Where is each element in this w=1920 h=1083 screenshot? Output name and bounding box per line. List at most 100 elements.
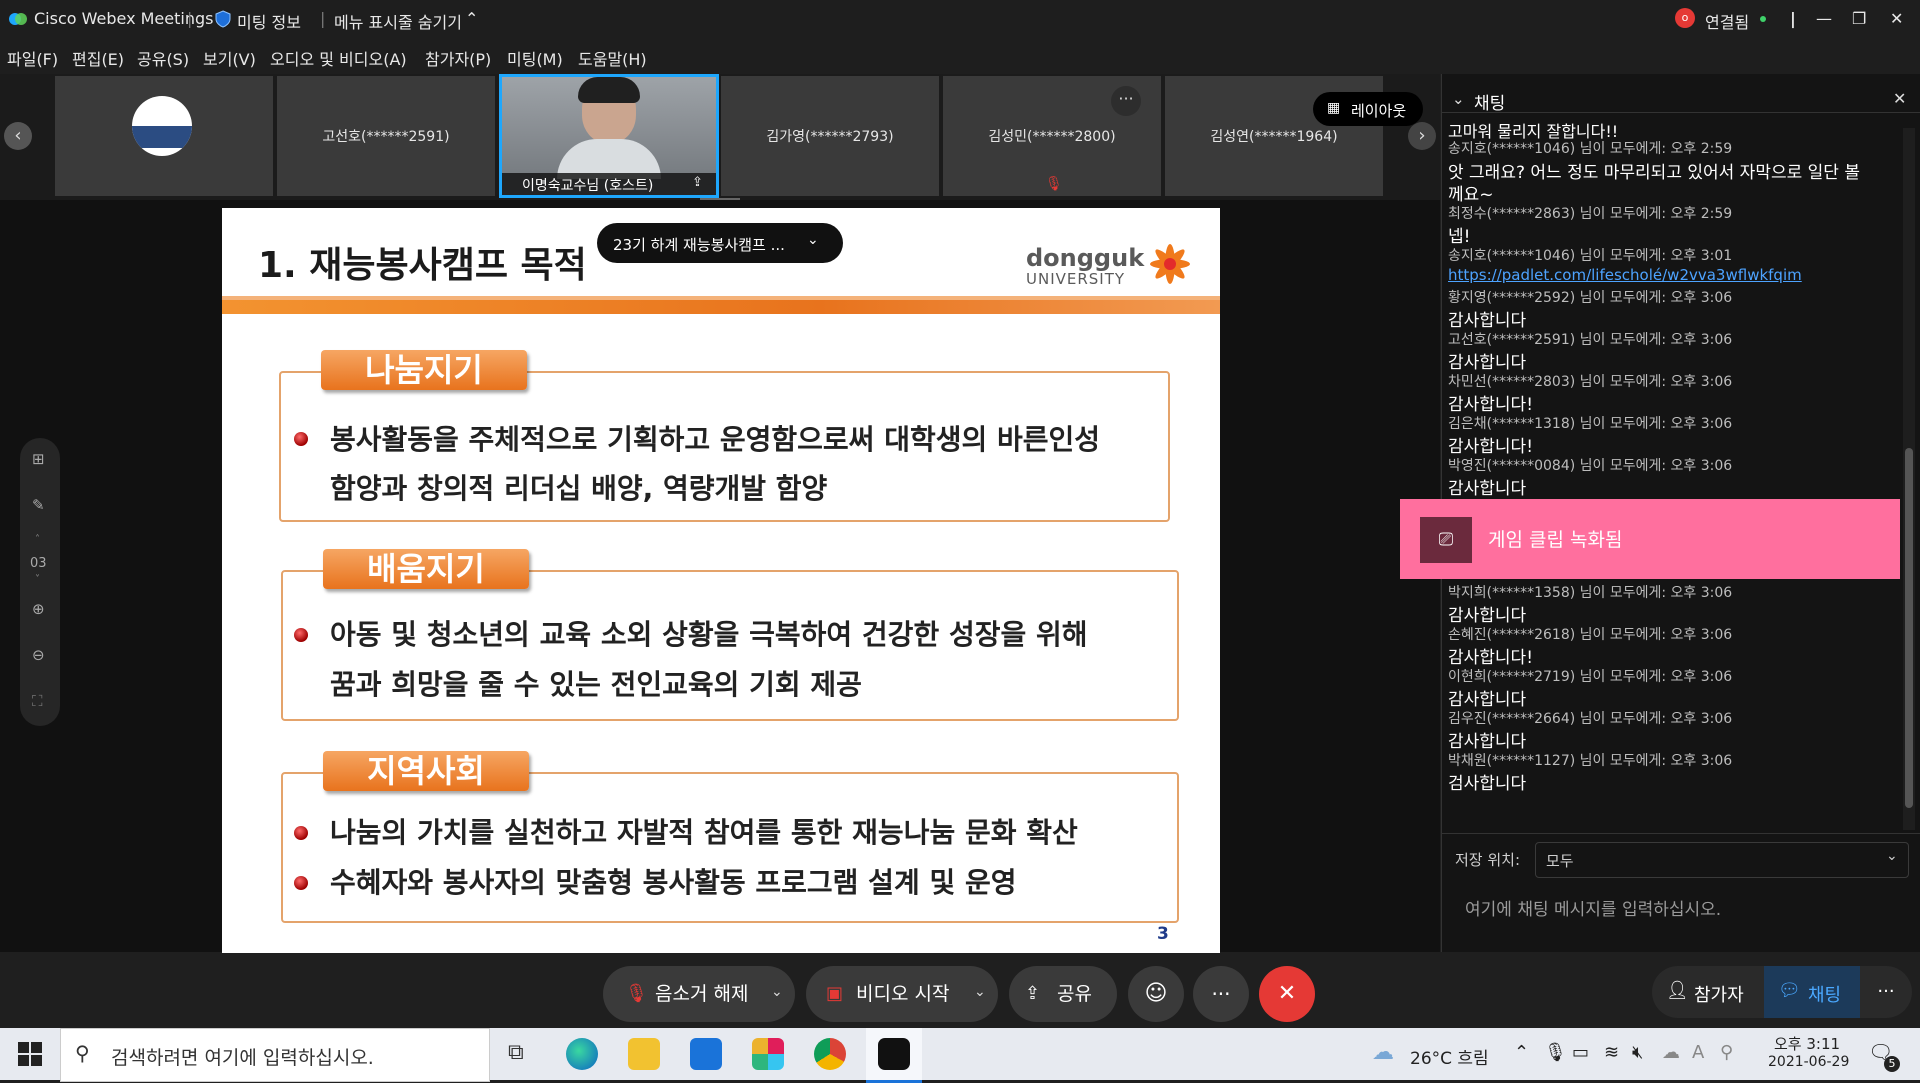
meeting-name-dropdown[interactable]: 23기 하계 재능봉사캠프 ... ⌄ <box>597 223 843 263</box>
chat-button[interactable]: 💬︎ 채팅 <box>1764 966 1860 1018</box>
chat-scrollbar[interactable] <box>1903 128 1915 830</box>
menu-edit[interactable]: 편집(E) <box>72 46 124 70</box>
start-video-button[interactable]: ▣ 비디오 시작 ⌄ <box>806 966 998 1022</box>
taskbar-date[interactable]: 2021-06-29 <box>1768 1054 1849 1070</box>
chevron-down-icon: ⌄ <box>1886 848 1898 864</box>
share-button[interactable]: ⇪ 공유 <box>1009 966 1117 1022</box>
meeting-info-button[interactable]: 미팅 정보 <box>237 9 301 33</box>
task-view-icon[interactable]: ⧉ <box>508 1040 524 1065</box>
mail-icon[interactable] <box>690 1038 722 1070</box>
host-name: 이명숙교수님 (호스트) <box>522 178 654 194</box>
chat-message-header: 최정수(******2863) 님이 모두에게: 오후 2:59 <box>1448 206 1733 222</box>
recording-badge-icon: o <box>1675 8 1695 28</box>
video-tile-participant[interactable]: 고선호(******2591) <box>277 76 495 196</box>
close-window-button[interactable]: ✕ <box>1890 9 1903 28</box>
chat-message-header: 박채원(******1127) 님이 모두에게: 오후 3:06 <box>1448 753 1733 769</box>
section-text: 봉사활동을 주체적으로 기획하고 운영함으로써 대학생의 바른인성 <box>330 423 1101 456</box>
menu-meeting[interactable]: 미팅(M) <box>507 46 563 70</box>
minimize-button[interactable]: — <box>1816 9 1832 28</box>
filmstrip-prev-button[interactable]: ‹ <box>4 122 32 150</box>
menu-help[interactable]: 도움말(H) <box>578 46 647 70</box>
menu-participants[interactable]: 참가자(P) <box>425 46 491 70</box>
hide-menu-button[interactable]: 메뉴 표시줄 숨기기 <box>334 9 462 33</box>
reactions-button[interactable]: ☺ <box>1128 966 1184 1022</box>
video-tile-logo[interactable] <box>55 76 273 196</box>
chat-message-header: 고선호(******2591) 님이 모두에게: 오후 3:06 <box>1448 332 1733 348</box>
emoji-icon: ☺ <box>1144 981 1168 1006</box>
participants-button[interactable]: 👤︎ 참가자 <box>1652 966 1764 1018</box>
section-text: 나눔의 가치를 실천하고 자발적 참여를 통한 재능나눔 문화 확산 <box>330 816 1078 849</box>
menu-file[interactable]: 파일(F) <box>7 46 58 70</box>
chevron-down-icon[interactable]: ⌄ <box>974 964 986 1020</box>
filmstrip-next-button[interactable]: › <box>1408 122 1436 150</box>
slack-icon[interactable] <box>752 1038 784 1070</box>
battery-icon[interactable]: ▭ <box>1572 1042 1589 1063</box>
menu-share[interactable]: 공유(S) <box>137 46 189 70</box>
chat-message-header: 황지영(******2592) 님이 모두에게: 오후 3:06 <box>1448 290 1733 306</box>
chat-message-text: 감사합니다 <box>1448 353 1527 373</box>
panel-more-button[interactable]: ··· <box>1860 966 1912 1018</box>
chevron-down-icon[interactable]: ⌄ <box>1452 90 1465 108</box>
chat-message-text: 감사합니다 <box>1448 606 1527 626</box>
chat-bubble-icon: 💬︎ <box>1778 980 1801 1001</box>
chat-message-text: 검사합니다 <box>1448 774 1527 794</box>
more-options-button[interactable]: ··· <box>1111 86 1141 116</box>
slide-title: 1. 재능봉사캠프 목적 <box>258 245 587 286</box>
section-tab: 나눔지기 <box>321 350 527 390</box>
bullet-icon <box>294 432 308 446</box>
chat-message-text: 께요~ <box>1448 185 1494 205</box>
host-video-feed <box>502 77 716 179</box>
zoom-in-icon[interactable]: ⊕ <box>32 600 45 618</box>
restore-button[interactable]: ❐ <box>1852 9 1866 28</box>
chat-message-link[interactable]: https://padlet.com/lifescholé/w2vva3wflw… <box>1448 266 1802 284</box>
grid-icon[interactable]: ⊞ <box>32 450 45 468</box>
onedrive-icon[interactable]: ☁ <box>1662 1042 1680 1063</box>
page-up-icon[interactable]: ˄ <box>35 534 40 545</box>
file-explorer-icon[interactable] <box>628 1038 660 1070</box>
share-icon: ⇪ <box>1025 983 1041 1004</box>
page-down-icon[interactable]: ˅ <box>35 574 40 585</box>
weather-text[interactable]: 26°C 흐림 <box>1410 1044 1489 1069</box>
bullet-icon <box>294 826 308 840</box>
ime-icon[interactable]: A <box>1692 1042 1704 1063</box>
taskbar-time[interactable]: 오후 3:11 <box>1774 1033 1840 1054</box>
title-bar: Cisco Webex Meetings | 미팅 정보 | 메뉴 표시줄 숨기… <box>0 0 1920 38</box>
taskbar-search-box[interactable]: ⚲ 검색하려면 여기에 입력하십시오. <box>60 1028 490 1082</box>
webex-taskbar-button[interactable] <box>866 1028 922 1083</box>
layout-button[interactable]: ▦ 레이아웃 <box>1313 92 1423 126</box>
fit-screen-icon[interactable]: ⛶ <box>32 692 43 710</box>
menu-audio-video[interactable]: 오디오 및 비디오(A) <box>270 46 407 70</box>
menu-view[interactable]: 보기(V) <box>203 46 256 70</box>
zoom-out-icon[interactable]: ⊖ <box>32 646 45 664</box>
video-tile-participant[interactable]: 김가영(******2793) <box>721 76 939 196</box>
chrome-icon[interactable] <box>814 1038 846 1070</box>
speaker-muted-icon[interactable]: 🔇︎ <box>1632 1042 1643 1063</box>
close-icon[interactable]: ✕ <box>1893 89 1906 108</box>
chat-message-header: 차민선(******2803) 님이 모두에게: 오후 3:06 <box>1448 374 1733 390</box>
video-tile-host[interactable]: 이명숙교수님 (호스트) ⇪ <box>499 74 719 198</box>
send-to-label: 저장 위치: <box>1455 851 1521 869</box>
close-icon: ✕ <box>1277 981 1297 1006</box>
network-icon[interactable]: ⚲ <box>1720 1042 1733 1063</box>
send-to-dropdown[interactable]: 모두 ⌄ <box>1535 842 1909 878</box>
toast-notification[interactable]: ⎚ 게임 클립 녹화됨 <box>1400 499 1900 579</box>
more-options-button[interactable]: ··· <box>1193 966 1249 1022</box>
weather-icon[interactable]: ☁ <box>1372 1040 1394 1065</box>
chat-panel-title: 채팅 <box>1474 94 1506 114</box>
chevron-up-icon[interactable]: ⌃ <box>1514 1042 1529 1063</box>
edge-icon[interactable] <box>566 1038 598 1070</box>
pen-icon[interactable]: ✎ <box>32 496 45 514</box>
game-clip-icon: ⎚ <box>1420 517 1472 563</box>
end-meeting-button[interactable]: ✕ <box>1259 966 1315 1022</box>
chat-input[interactable]: 여기에 채팅 메시지를 입력하십시오. <box>1455 886 1905 926</box>
video-filmstrip: ‹ 고선호(******2591) 이명숙교수님 (호스트) ⇪ 김가영(***… <box>0 74 1440 200</box>
annotation-toolbar: ⊞ ✎ ˄ 03 ˅ ⊕ ⊖ ⛶ <box>20 438 60 726</box>
mic-icon[interactable]: 🎙︎ <box>1544 1042 1567 1063</box>
chat-message-header: 김은채(******1318) 님이 모두에게: 오후 3:06 <box>1448 416 1733 432</box>
chevron-up-icon[interactable]: ⌃ <box>465 9 478 28</box>
unmute-button[interactable]: 🎙︎ 음소거 해제 ⌄ <box>603 966 795 1022</box>
chevron-down-icon[interactable]: ⌄ <box>771 964 783 1020</box>
windows-start-icon[interactable] <box>18 1042 42 1070</box>
wifi-icon[interactable]: ≋ <box>1604 1042 1619 1063</box>
video-tile-participant[interactable]: 김성민(******2800) ··· 🎙︎ <box>943 76 1161 196</box>
